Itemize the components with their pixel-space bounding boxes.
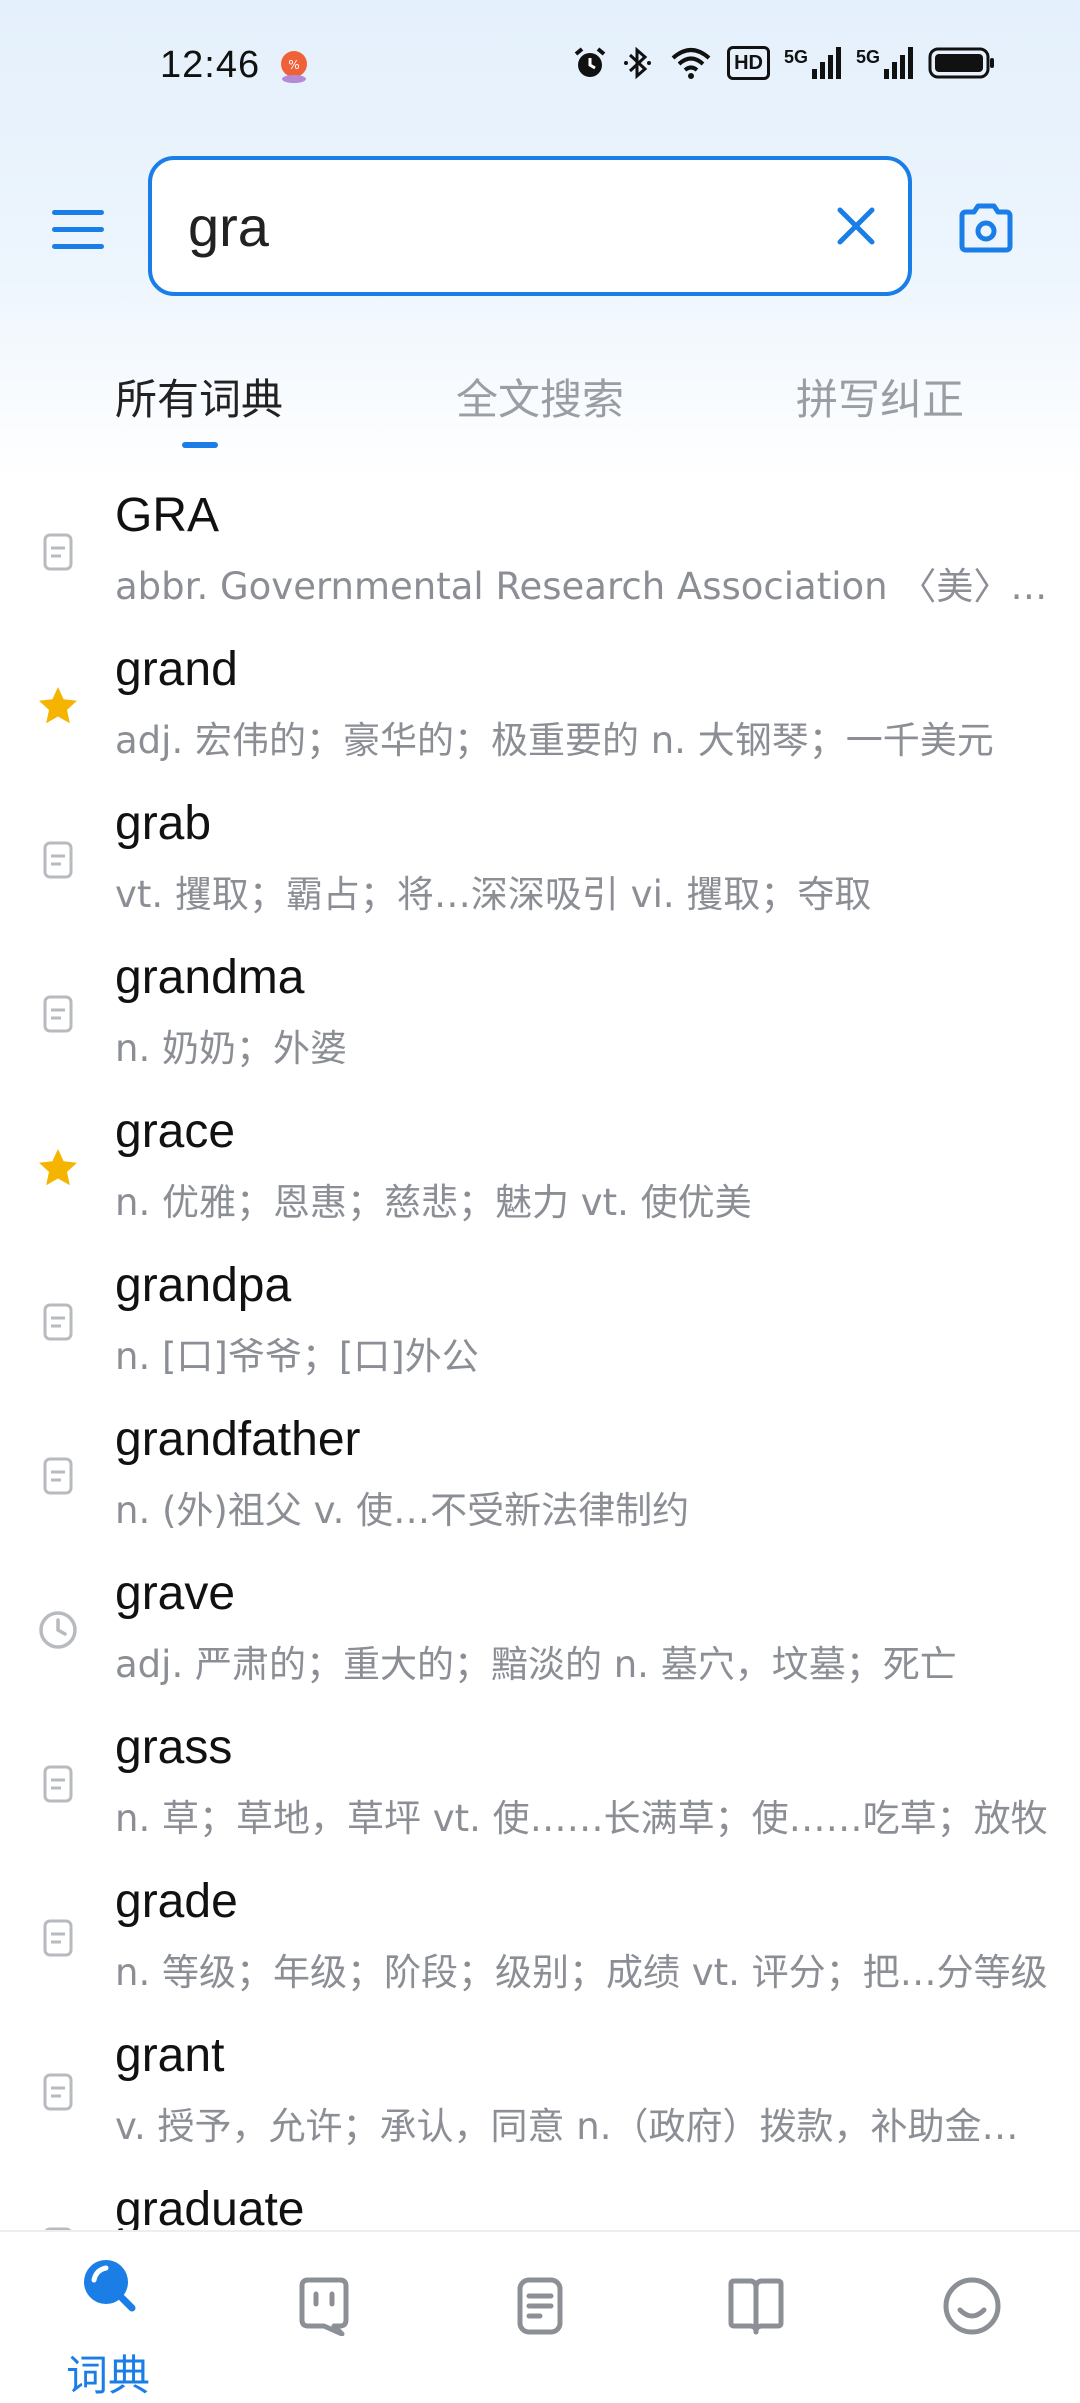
result-word: grass bbox=[115, 1721, 233, 1774]
document-icon bbox=[43, 1457, 73, 1495]
result-list: GRA abbr. Governmental Research Associat… bbox=[0, 470, 1080, 2230]
tab-all-dictionaries[interactable]: 所有词典 bbox=[115, 366, 283, 427]
list-item[interactable]: grave adj. 严肃的；重大的；黯淡的 n. 墓穴，坟墓；死亡 bbox=[0, 1548, 1080, 1702]
status-icons: HD 5G 5G bbox=[573, 46, 996, 80]
document-icon bbox=[43, 533, 73, 571]
list-item[interactable]: grandma n. 奶奶；外婆 bbox=[0, 932, 1080, 1086]
result-definition: v. 授予，允许；承认，同意 n.（政府）拨款，补助金；授予物 bbox=[115, 2105, 1050, 2148]
result-word: grand bbox=[115, 643, 238, 696]
menu-icon[interactable] bbox=[50, 206, 106, 254]
document-icon bbox=[43, 2073, 73, 2111]
clock-icon bbox=[39, 1611, 77, 1649]
result-word: grave bbox=[115, 1567, 236, 1620]
result-definition: n. [口]爷爷；[口]外公 bbox=[115, 1335, 479, 1378]
search-icon bbox=[84, 2260, 136, 2312]
nav-profile[interactable] bbox=[864, 2232, 1080, 2402]
result-definition: adj. 宏伟的；豪华的；极重要的 n. 大钢琴；一千美元 bbox=[115, 719, 994, 762]
result-definition: n. 优雅；恩惠；慈悲；魅力 vt. 使优美 bbox=[115, 1181, 752, 1224]
document-icon bbox=[43, 1765, 73, 1803]
result-definition: n. 等级；年级；阶段；级别；成绩 vt. 评分；把…分等级 bbox=[115, 1951, 1048, 1994]
signal-icon: 5G bbox=[784, 47, 842, 79]
result-word: grandpa bbox=[115, 1259, 292, 1312]
svg-text:%: % bbox=[288, 58, 299, 72]
result-word: grant bbox=[115, 2029, 225, 2082]
result-definition: n. 奶奶；外婆 bbox=[115, 1027, 347, 1070]
nav-book[interactable] bbox=[648, 2232, 864, 2402]
star-icon bbox=[39, 687, 77, 724]
alarm-icon bbox=[574, 47, 606, 77]
result-word: graduate bbox=[115, 2183, 305, 2230]
nav-dictionary-label: 词典 bbox=[65, 2351, 150, 2400]
nav-chat[interactable] bbox=[216, 2232, 432, 2402]
status-time: 12:46 bbox=[160, 44, 261, 86]
result-word: grade bbox=[115, 1875, 238, 1928]
hd-badge: HD bbox=[727, 46, 770, 80]
list-item[interactable]: grandfather n. (外)祖父 v. 使…不受新法律制约 bbox=[0, 1394, 1080, 1548]
wifi-icon bbox=[671, 48, 711, 79]
list-item[interactable]: grandpa n. [口]爷爷；[口]外公 bbox=[0, 1240, 1080, 1394]
app-notification-icon: % bbox=[281, 51, 307, 83]
list-item[interactable]: grand adj. 宏伟的；豪华的；极重要的 n. 大钢琴；一千美元 bbox=[0, 624, 1080, 778]
search-box bbox=[148, 156, 912, 296]
tab-spell-correction[interactable]: 拼写纠正 bbox=[796, 366, 964, 427]
document-icon bbox=[43, 1919, 73, 1957]
active-tab-indicator bbox=[182, 442, 218, 448]
result-word: grandma bbox=[115, 951, 305, 1004]
star-icon bbox=[39, 1149, 77, 1186]
camera-icon[interactable] bbox=[956, 200, 1016, 256]
nav-dictionary[interactable]: 词典 bbox=[0, 2232, 216, 2402]
search-input[interactable] bbox=[188, 190, 788, 262]
result-word: GRA bbox=[115, 489, 220, 542]
list-item[interactable]: grass n. 草；草地，草坪 vt. 使……长满草；使……吃草；放牧 bbox=[0, 1702, 1080, 1856]
list-item[interactable]: grade n. 等级；年级；阶段；级别；成绩 vt. 评分；把…分等级 bbox=[0, 1856, 1080, 2010]
bottom-nav: 词典 bbox=[0, 2230, 1080, 2402]
tab-full-text-search[interactable]: 全文搜索 bbox=[456, 366, 624, 427]
bluetooth-icon bbox=[624, 46, 652, 80]
battery-icon bbox=[928, 47, 994, 79]
status-bar: 12:46 % HD 5G 5G bbox=[0, 0, 1080, 140]
chat-icon bbox=[299, 2277, 349, 2336]
list-item[interactable]: grant v. 授予，允许；承认，同意 n.（政府）拨款，补助金；授予物 bbox=[0, 2010, 1080, 2164]
signal-icon-2: 5G bbox=[856, 47, 914, 79]
list-item[interactable]: grace n. 优雅；恩惠；慈悲；魅力 vt. 使优美 bbox=[0, 1086, 1080, 1240]
list-item[interactable]: grab vt. 攫取；霸占；将…深深吸引 vi. 攫取；夺取 bbox=[0, 778, 1080, 932]
smiley-icon bbox=[943, 2277, 1001, 2335]
result-definition: n. 草；草地，草坪 vt. 使……长满草；使……吃草；放牧 bbox=[115, 1797, 1048, 1840]
result-definition: n. (外)祖父 v. 使…不受新法律制约 bbox=[115, 1489, 690, 1532]
notes-icon bbox=[517, 2277, 563, 2335]
list-item[interactable]: GRA abbr. Governmental Research Associat… bbox=[0, 470, 1080, 624]
document-icon bbox=[43, 1303, 73, 1341]
result-definition: vt. 攫取；霸占；将…深深吸引 vi. 攫取；夺取 bbox=[115, 873, 872, 916]
result-word: grab bbox=[115, 797, 212, 850]
nav-notes[interactable] bbox=[432, 2232, 648, 2402]
result-definition: abbr. Governmental Research Association … bbox=[115, 565, 1050, 608]
result-word: grandfather bbox=[115, 1413, 361, 1466]
book-icon bbox=[728, 2278, 784, 2335]
result-word: grace bbox=[115, 1105, 236, 1158]
document-icon bbox=[43, 841, 73, 879]
close-icon[interactable] bbox=[832, 202, 880, 250]
document-icon bbox=[43, 995, 73, 1033]
result-definition: adj. 严肃的；重大的；黯淡的 n. 墓穴，坟墓；死亡 bbox=[115, 1643, 957, 1686]
list-item[interactable]: graduate bbox=[0, 2164, 1080, 2230]
